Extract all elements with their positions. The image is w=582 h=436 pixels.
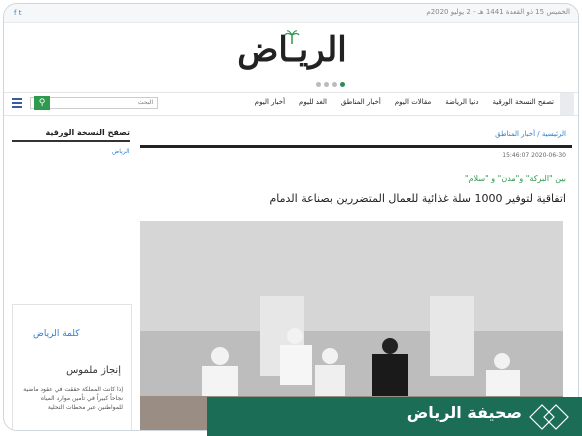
search-button[interactable]: ⚲	[34, 96, 50, 110]
carousel-dots[interactable]	[316, 82, 345, 87]
top-bar: f t الخميس 15 ذو القعدة 1441 هـ - 2 يولي…	[4, 4, 578, 23]
home-icon[interactable]	[560, 93, 574, 115]
sidebar-card[interactable]: كلمة الرياض إنجاز ملموس إذا كانت المملكة…	[12, 304, 132, 430]
hamburger-icon[interactable]	[12, 98, 22, 110]
article-headline: اتفاقية لتوفير 1000 سلة غذائية للعمال ال…	[269, 192, 566, 205]
nav-item[interactable]: الغد لليوم	[299, 98, 327, 106]
sidebar-paragraph: إذا كانت المملكة حققت في عقود ماضية نجاح…	[23, 386, 123, 411]
dot[interactable]	[316, 82, 321, 87]
caption-banner: صحيفة الرياض	[207, 397, 582, 436]
nav-item[interactable]: أخبار المناطق	[341, 98, 381, 106]
search-icon: ⚲	[38, 98, 46, 108]
breadcrumb[interactable]: الرئيسية / أخبار المناطق	[495, 130, 566, 138]
browser-frame: f t الخميس 15 ذو القعدة 1441 هـ - 2 يولي…	[3, 3, 579, 431]
section-rule	[140, 145, 572, 148]
nav-item[interactable]: مقالات اليوم	[395, 98, 431, 106]
dot-active[interactable]	[340, 82, 345, 87]
palm-icon	[284, 30, 300, 44]
sidebar-heading: إنجاز ملموس	[66, 365, 121, 376]
sidebar-brand: كلمة الرياض	[33, 329, 80, 339]
nav-item[interactable]: دنيا الرياضة	[445, 98, 478, 106]
article-kicker: بين "البركة" و"مدن" و "سلام"	[464, 174, 566, 183]
social-icons[interactable]: f t	[14, 9, 21, 17]
date-text: الخميس 15 ذو القعدة 1441 هـ - 2 يوليو 20…	[426, 8, 570, 16]
ornament-icon	[529, 404, 569, 430]
nav-item[interactable]: أخبار اليوم	[255, 98, 285, 106]
banner-label: صحيفة الرياض	[406, 403, 522, 422]
dot[interactable]	[332, 82, 337, 87]
site-logo[interactable]: الريـاض	[222, 28, 362, 80]
nav-item[interactable]: تصفح النسخة الورقية	[492, 98, 554, 106]
dot[interactable]	[324, 82, 329, 87]
sidebar-thumb-label[interactable]: الرياض	[112, 148, 130, 155]
article-timestamp: 15:46:07 2020-06-30	[502, 152, 566, 159]
sidebar-title: تصفح النسخة الورقية	[12, 128, 130, 142]
